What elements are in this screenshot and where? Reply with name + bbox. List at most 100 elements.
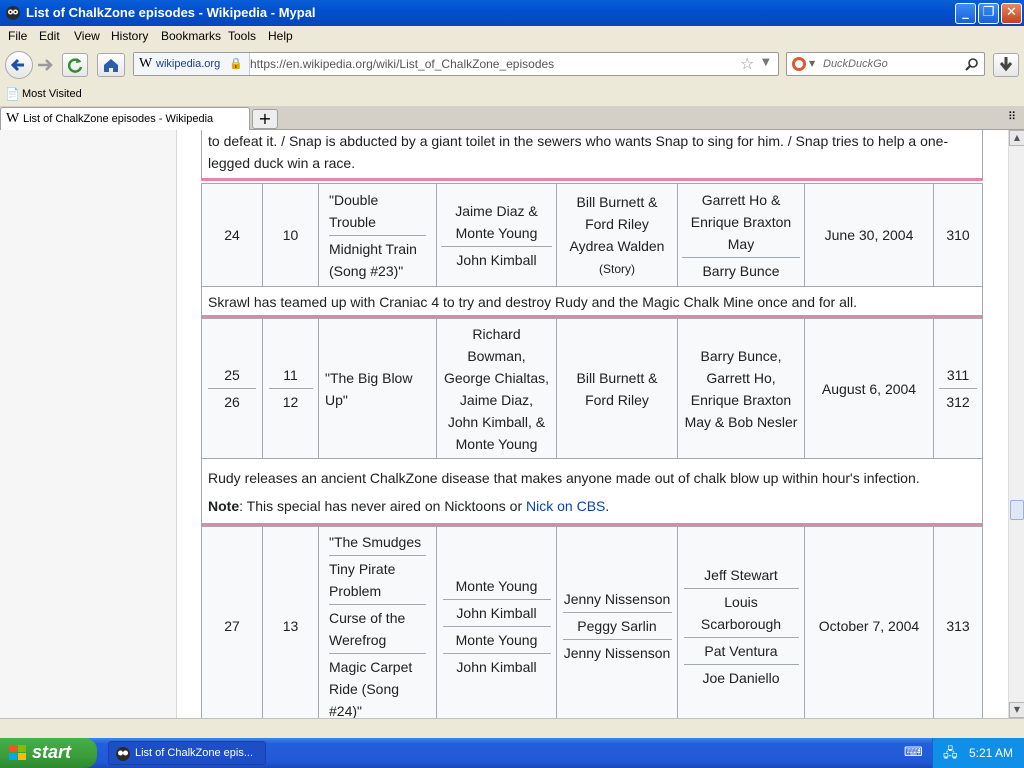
windows-logo-icon — [9, 745, 26, 760]
storyboard-artist: Jeff Stewart — [683, 562, 799, 589]
directed-by-cell: Richard Bowman, George Chialtas, Jaime D… — [437, 319, 557, 458]
menu-file[interactable]: File — [8, 29, 27, 43]
table-row: 27 13 "The Smudges Tiny Pirate Problem C… — [201, 526, 983, 718]
status-bar — [0, 718, 1024, 738]
table-row: 24 10 "Double Trouble Midnight Train (So… — [201, 183, 983, 287]
reload-button[interactable] — [62, 53, 88, 77]
bookmark-star-icon[interactable]: ☆ — [740, 54, 754, 73]
no-season-cell: 11 12 — [263, 319, 319, 458]
minimize-button[interactable]: _ — [955, 3, 976, 24]
site-label: wikipedia.org — [156, 58, 221, 70]
air-date-cell: June 30, 2004 — [805, 184, 934, 286]
no-season: 13 — [282, 618, 299, 634]
mypal-icon — [6, 6, 20, 20]
address-bar[interactable]: W wikipedia.org 🔒 https://en.wikipedia.o… — [133, 52, 779, 76]
home-button[interactable] — [97, 53, 125, 77]
tab-label: List of ChalkZone episodes - Wikipedia — [23, 113, 214, 125]
no-overall: 26 — [224, 394, 240, 410]
dropdown-arrow-icon[interactable]: ▼ — [762, 57, 770, 68]
search-icon[interactable] — [965, 57, 979, 71]
storyboard-cell: Jeff Stewart Louis Scarborough Pat Ventu… — [678, 527, 805, 718]
taskbar-item-browser[interactable]: List of ChalkZone epis... — [108, 741, 266, 765]
menu-history[interactable]: History — [111, 29, 148, 43]
search-placeholder: DuckDuckGo — [823, 58, 888, 70]
storyboard-artist: Louis Scarborough — [683, 589, 799, 638]
directed-by-cell: Monte Young John Kimball Monte Young Joh… — [437, 527, 557, 718]
download-arrow-icon — [999, 57, 1013, 72]
wikipedia-tab-icon: W — [6, 111, 20, 126]
storyboard-cell: Barry Bunce, Garrett Ho, Enrique Braxton… — [678, 319, 805, 458]
most-visited-icon: 📄 — [5, 87, 20, 101]
writer: Peggy Sarlin — [562, 613, 672, 640]
network-icon[interactable]: 🖧 — [943, 744, 958, 766]
title-cell: "Double Trouble Midnight Train (Song #23… — [319, 184, 437, 286]
download-button[interactable] — [993, 53, 1019, 77]
no-overall-cell: 27 — [202, 527, 263, 718]
segment-title: Magic Carpet Ride (Song #24)" — [329, 659, 413, 718]
writer: Bill Burnett & Ford Riley — [576, 369, 658, 408]
segment-title: "The Big Blow Up" — [325, 369, 413, 408]
home-icon — [104, 59, 118, 72]
no-overall-cell: 24 — [202, 184, 263, 286]
site-identity[interactable]: W wikipedia.org 🔒 — [134, 53, 250, 75]
prod-code: 312 — [946, 394, 970, 410]
prod-code: 313 — [946, 618, 970, 634]
tab-list-icon[interactable]: ⠿ — [1008, 110, 1016, 123]
tab-chalkzone[interactable]: W List of ChalkZone episodes - Wikipedia — [0, 107, 250, 130]
storyboard-artist: Garrett Ho & Enrique Braxton May — [682, 187, 800, 258]
search-bar[interactable]: ▼ DuckDuckGo — [786, 52, 985, 76]
no-season: 11 — [268, 362, 313, 389]
director: John Kimball — [456, 658, 537, 675]
clock[interactable]: 5:21 AM — [969, 746, 1013, 760]
no-season: 10 — [282, 227, 299, 243]
segment-title: Midnight Train (Song #23)" — [329, 240, 417, 279]
new-tab-button[interactable]: + — [252, 109, 278, 129]
scroll-thumb[interactable] — [1010, 500, 1024, 520]
forward-button[interactable] — [34, 55, 56, 75]
writer: Jenny Nissenson — [562, 586, 672, 613]
menu-help[interactable]: Help — [268, 29, 293, 43]
menu-tools[interactable]: Tools — [228, 29, 256, 43]
prod-code: 310 — [946, 227, 970, 243]
navigation-bar: W wikipedia.org 🔒 https://en.wikipedia.o… — [0, 46, 1024, 84]
writer: Bill Burnett & Ford Riley Aydrea Walden (S… — [569, 193, 665, 276]
scroll-up-arrow-icon[interactable]: ▲ — [1009, 130, 1024, 146]
written-by-cell: Jenny Nissenson Peggy Sarlin Jenny Nisse… — [557, 527, 678, 718]
segment-title: "The Smudges — [329, 529, 426, 556]
forward-arrow-icon — [38, 59, 53, 71]
director: John Kimball — [442, 600, 551, 627]
system-tray: 🖧 5:21 AM — [932, 738, 1024, 768]
episode-summary: Rudy releases an ancient ChalkZone disea… — [201, 459, 983, 526]
start-button[interactable]: start — [0, 738, 97, 768]
vertical-scrollbar[interactable]: ▲ ▼ — [1008, 130, 1024, 718]
note-label: Note — [208, 498, 240, 514]
scroll-down-arrow-icon[interactable]: ▼ — [1009, 702, 1024, 718]
no-season-cell: 13 — [263, 527, 319, 718]
restore-button[interactable]: ❐ — [978, 3, 999, 24]
close-button[interactable]: ✕ — [1001, 3, 1022, 24]
directed-by-cell: Jaime Diaz & Monte Young John Kimball — [437, 184, 557, 286]
segment-title: "Double Trouble — [329, 187, 426, 236]
mypal-task-icon — [116, 747, 130, 761]
url-text[interactable]: https://en.wikipedia.org/wiki/List_of_Ch… — [250, 53, 554, 75]
air-date: August 6, 2004 — [821, 380, 917, 397]
no-season: 12 — [282, 394, 299, 410]
back-button[interactable] — [5, 51, 33, 79]
director: John Kimball — [456, 251, 537, 268]
air-date: June 30, 2004 — [824, 227, 914, 243]
menu-view[interactable]: View — [74, 29, 100, 43]
left-sidebar — [0, 130, 177, 718]
nick-on-cbs-link[interactable]: Nick on CBS — [526, 498, 605, 514]
segment-title: Curse of the Werefrog — [329, 605, 426, 654]
storyboard-artist: Barry Bunce, Garrett Ho, Enrique Braxton… — [684, 347, 798, 430]
air-date-cell: August 6, 2004 — [805, 319, 934, 458]
search-engine-dropdown-icon[interactable]: ▼ — [809, 59, 815, 68]
no-overall: 25 — [208, 362, 256, 389]
no-season-cell: 10 — [263, 184, 319, 286]
menu-bookmarks[interactable]: Bookmarks — [161, 29, 221, 43]
most-visited-bookmark[interactable]: Most Visited — [22, 88, 82, 100]
keyboard-icon[interactable]: ⌨ — [904, 745, 923, 760]
menu-edit[interactable]: Edit — [39, 29, 60, 43]
episode-summary: Skrawl has teamed up with Craniac 4 to t… — [201, 287, 983, 318]
duckduckgo-icon — [792, 57, 806, 71]
